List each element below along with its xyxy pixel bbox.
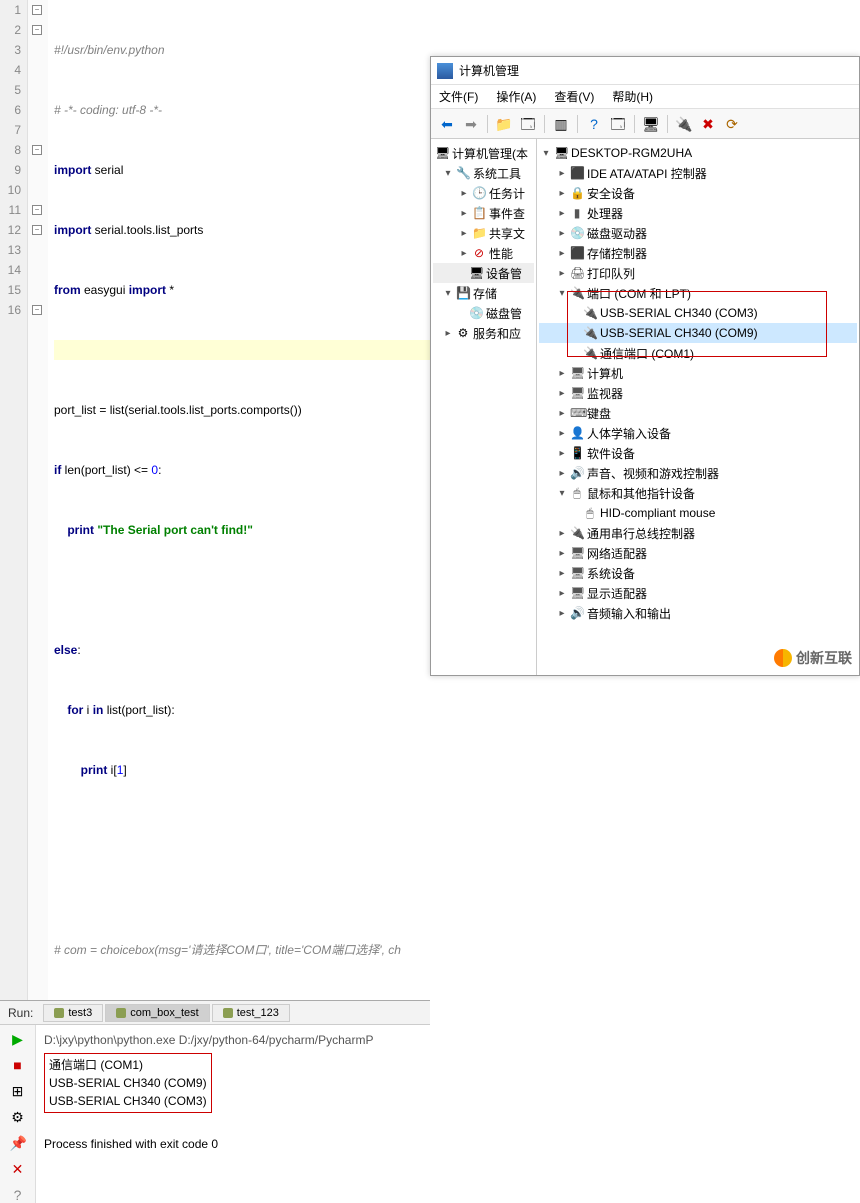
- properties-icon[interactable]: ▥: [551, 114, 571, 134]
- computer-management-window: 计算机管理 文件(F) 操作(A) 查看(V) 帮助(H) ⬅ ➡ 📁 🗔 ▥ …: [430, 56, 860, 676]
- stop-icon[interactable]: ■: [10, 1057, 26, 1073]
- layout-icon[interactable]: ⊞: [10, 1083, 26, 1099]
- toolbar: ⬅ ➡ 📁 🗔 ▥ ? 🗔 🖥 🔌 ✖ ⟳: [431, 109, 859, 139]
- view-icon[interactable]: 🗔: [608, 114, 628, 134]
- run-command-line: D:\jxy\python\python.exe D:/jxy/python-6…: [44, 1031, 422, 1049]
- back-icon[interactable]: ⬅: [437, 114, 457, 134]
- fold-marker[interactable]: −: [32, 205, 42, 215]
- run-tab-test3[interactable]: test3: [43, 1004, 103, 1022]
- watermark-logo-icon: [774, 649, 792, 667]
- window-titlebar[interactable]: 计算机管理: [431, 57, 859, 85]
- ports-highlight-box: [567, 291, 827, 357]
- code-editor[interactable]: 12345678910111213141516 − − − − − − #!/u…: [0, 0, 430, 1000]
- close-icon[interactable]: ✕: [10, 1161, 26, 1177]
- run-tab-test-123[interactable]: test_123: [212, 1004, 290, 1022]
- code-content[interactable]: #!/usr/bin/env.python # -*- coding: utf-…: [48, 0, 430, 1000]
- python-icon: [223, 1008, 233, 1018]
- run-output[interactable]: D:\jxy\python\python.exe D:/jxy/python-6…: [36, 1025, 430, 1203]
- help-icon[interactable]: ?: [584, 114, 604, 134]
- window-title: 计算机管理: [459, 62, 519, 79]
- device-tree[interactable]: ▾🖥DESKTOP-RGM2UHA ▸⬛IDE ATA/ATAPI 控制器 ▸🔒…: [537, 139, 859, 675]
- monitor-icon[interactable]: 🖥: [641, 114, 661, 134]
- ide-panel: 12345678910111213141516 − − − − − − #!/u…: [0, 0, 430, 676]
- fold-column[interactable]: − − − − − −: [28, 0, 48, 1000]
- fold-marker[interactable]: −: [32, 225, 42, 235]
- settings-icon[interactable]: ⚙: [10, 1109, 26, 1125]
- menu-bar: 文件(F) 操作(A) 查看(V) 帮助(H): [431, 85, 859, 109]
- watermark: 创新互联: [774, 648, 852, 668]
- run-panel: Run: test3 com_box_test test_123 ▶ ■ ⊞ ⚙…: [0, 1000, 430, 1203]
- play-icon[interactable]: ▶: [10, 1031, 26, 1047]
- output-highlight-box: 通信端口 (COM1) USB-SERIAL CH340 (COM9) USB-…: [44, 1053, 212, 1113]
- fold-marker[interactable]: −: [32, 305, 42, 315]
- fold-marker[interactable]: −: [32, 5, 42, 15]
- pin-icon[interactable]: 📌: [10, 1135, 26, 1151]
- run-label: Run:: [0, 1006, 41, 1020]
- forward-icon[interactable]: ➡: [461, 114, 481, 134]
- run-toolbar: ▶ ■ ⊞ ⚙ 📌 ✕ ?: [0, 1025, 36, 1203]
- menu-help[interactable]: 帮助(H): [612, 88, 653, 105]
- fold-marker[interactable]: −: [32, 25, 42, 35]
- up-icon[interactable]: 📁: [494, 114, 514, 134]
- enable-icon[interactable]: 🔌: [674, 114, 694, 134]
- python-icon: [116, 1008, 126, 1018]
- left-tree[interactable]: 🖥计算机管理(本 ▾🔧系统工具 ▸🕒任务计 ▸📋事件查 ▸📁共享文 ▸⊘性能 🖥…: [431, 139, 537, 675]
- menu-file[interactable]: 文件(F): [439, 88, 478, 105]
- show-hide-icon[interactable]: 🗔: [518, 114, 538, 134]
- exit-message: Process finished with exit code 0: [44, 1135, 422, 1153]
- help-icon[interactable]: ?: [10, 1187, 26, 1203]
- run-tab-com-box-test[interactable]: com_box_test: [105, 1004, 209, 1022]
- disable-icon[interactable]: ✖: [698, 114, 718, 134]
- fold-marker[interactable]: −: [32, 145, 42, 155]
- python-icon: [54, 1008, 64, 1018]
- menu-view[interactable]: 查看(V): [554, 88, 594, 105]
- uninstall-icon[interactable]: ⟳: [722, 114, 742, 134]
- run-tab-bar: Run: test3 com_box_test test_123: [0, 1001, 430, 1025]
- line-number-gutter: 12345678910111213141516: [0, 0, 28, 1000]
- app-icon: [437, 63, 453, 79]
- menu-action[interactable]: 操作(A): [496, 88, 536, 105]
